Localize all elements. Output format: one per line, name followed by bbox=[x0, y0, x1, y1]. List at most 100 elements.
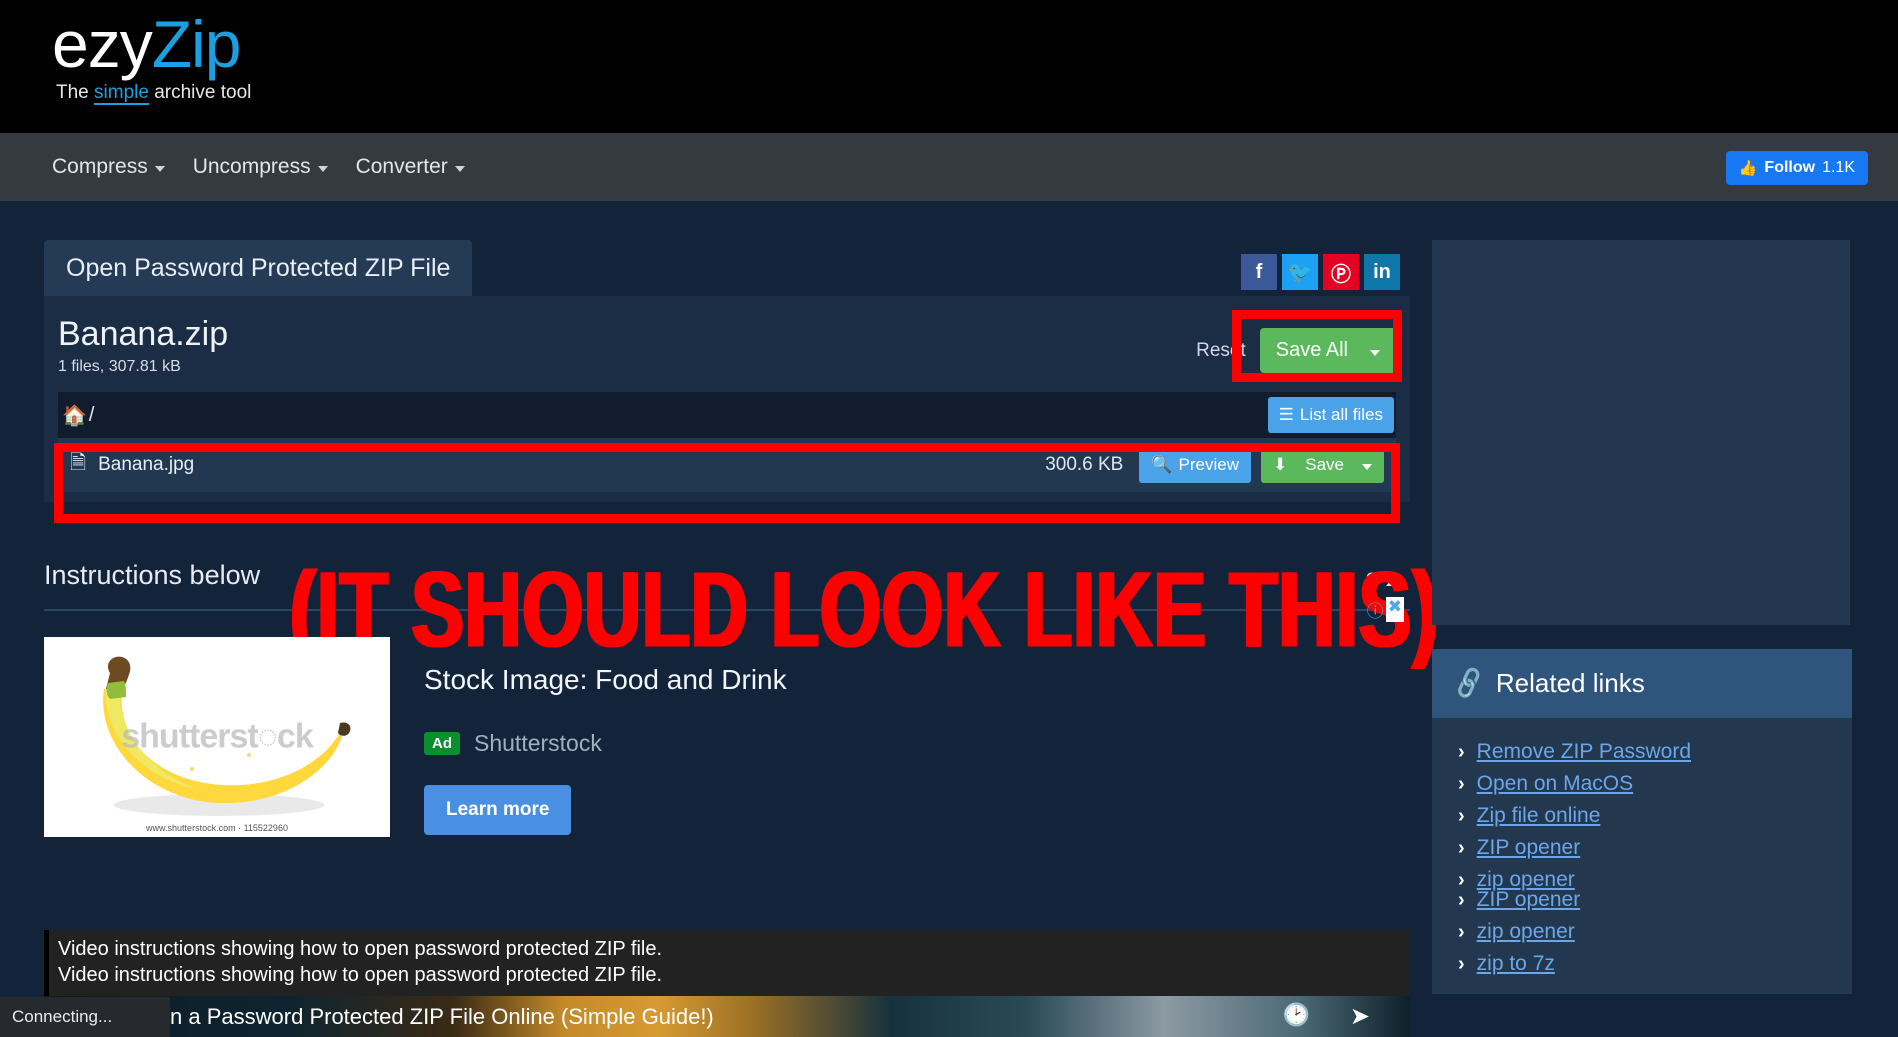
twitter-share-icon[interactable]: 🐦 bbox=[1282, 254, 1318, 290]
list-item[interactable]: › zip to 7z bbox=[1458, 952, 1826, 976]
list-all-files-button[interactable]: ☰ List all files bbox=[1267, 397, 1394, 433]
video-caption-line2: Video instructions showing how to open p… bbox=[58, 964, 663, 986]
tab-open-password-protected-zip[interactable]: Open Password Protected ZIP File bbox=[44, 240, 473, 296]
preview-label: Preview bbox=[1178, 455, 1239, 474]
logo-text-ezy: ezy bbox=[52, 7, 153, 81]
instructions-section: Instructions below ? bbox=[44, 560, 1410, 611]
chevron-right-icon: › bbox=[1458, 888, 1465, 911]
linkedin-share-icon[interactable]: in bbox=[1364, 254, 1400, 290]
document-icon: 🗎 bbox=[70, 452, 87, 474]
logo-tagline: The simple archive tool bbox=[56, 82, 252, 105]
chevron-down-icon bbox=[154, 166, 165, 172]
list-item[interactable]: › zip opener bbox=[1458, 920, 1826, 944]
social-share-group: f 🐦 Ⓟ in bbox=[1241, 254, 1400, 290]
file-row-actions: 300.6 KB 🔍 Preview ⬇ Save bbox=[1045, 438, 1384, 492]
watch-later-icon[interactable]: 🕑 bbox=[1283, 1002, 1310, 1028]
video-title[interactable]: to Open a Password Protected ZIP File On… bbox=[104, 1004, 714, 1030]
chevron-right-icon: › bbox=[1458, 804, 1465, 827]
list-icon: ☰ bbox=[1278, 405, 1294, 424]
pinterest-share-icon[interactable]: Ⓟ bbox=[1323, 254, 1359, 290]
breadcrumb-separator: / bbox=[88, 403, 95, 426]
advertisement-block: ⓘ ✖ shutterst◌ck www.shutterstock.com · … bbox=[44, 597, 1410, 897]
nav-item-compress[interactable]: Compress bbox=[52, 155, 165, 179]
list-all-files-label: List all files bbox=[1299, 405, 1383, 424]
watermark-text: shutterst◌ck bbox=[121, 717, 313, 756]
status-bar: Connecting... bbox=[0, 997, 170, 1037]
file-size-label: 300.6 KB bbox=[1045, 454, 1124, 475]
related-link-label[interactable]: Open on MacOS bbox=[1477, 772, 1633, 796]
logo-wordmark: ezyZip bbox=[52, 10, 251, 78]
tagline-simple: simple bbox=[94, 82, 149, 105]
chevron-right-icon: › bbox=[1458, 836, 1465, 859]
save-label: Save bbox=[1305, 455, 1344, 474]
site-logo[interactable]: ezyZip The simple archive tool bbox=[52, 10, 252, 105]
list-item[interactable]: › ZIP opener bbox=[1458, 888, 1826, 912]
file-name-cell: 🗎 Banana.jpg bbox=[70, 448, 194, 482]
related-links-header: 🔗 Related links bbox=[1432, 649, 1852, 718]
related-link-label[interactable]: zip to 7z bbox=[1477, 952, 1555, 976]
nav-label-compress: Compress bbox=[52, 155, 148, 178]
link-icon: 🔗 bbox=[1450, 665, 1488, 702]
chevron-down-icon bbox=[454, 166, 465, 172]
chevron-down-icon bbox=[1362, 464, 1372, 470]
archive-card: f 🐦 Ⓟ in Banana.zip 1 files, 307.81 kB R… bbox=[44, 254, 1410, 502]
breadcrumb-path[interactable]: 🏠 / bbox=[62, 403, 94, 428]
list-item[interactable]: › Open on MacOS bbox=[1458, 772, 1826, 796]
ad-info-icon[interactable]: ⓘ bbox=[1367, 597, 1384, 622]
related-link-label[interactable]: ZIP opener bbox=[1477, 888, 1581, 912]
related-link-label[interactable]: Remove ZIP Password bbox=[1477, 740, 1691, 764]
logo-bar: ezyZip The simple archive tool bbox=[0, 0, 1898, 133]
share-arrow-icon[interactable]: ➤ bbox=[1350, 1002, 1370, 1031]
nav-item-converter[interactable]: Converter bbox=[356, 155, 465, 179]
ad-image[interactable]: shutterst◌ck www.shutterstock.com · 1155… bbox=[44, 637, 390, 837]
ad-title[interactable]: Stock Image: Food and Drink bbox=[424, 664, 787, 696]
ad-badge: Ad bbox=[424, 732, 460, 755]
related-links-list: › Remove ZIP Password › Open on MacOS › … bbox=[1432, 718, 1852, 994]
ad-close-icon[interactable]: ✖ bbox=[1385, 597, 1404, 622]
facebook-share-icon[interactable]: f bbox=[1241, 254, 1277, 290]
learn-more-button[interactable]: Learn more bbox=[424, 785, 572, 835]
follow-label: Follow bbox=[1764, 159, 1816, 176]
chevron-down-icon bbox=[317, 166, 328, 172]
chevron-right-icon: › bbox=[1458, 772, 1465, 795]
main-navbar: Compress Uncompress Converter 👍 Follow 1… bbox=[0, 133, 1898, 201]
table-row[interactable]: 🗎 Banana.jpg 300.6 KB 🔍 Preview ⬇ Save bbox=[58, 438, 1396, 492]
related-link-label[interactable]: ZIP opener bbox=[1477, 836, 1581, 860]
save-all-button[interactable]: Save All bbox=[1259, 328, 1396, 373]
follow-button[interactable]: 👍 Follow 1.1K bbox=[1725, 151, 1868, 185]
related-link-label[interactable]: zip opener bbox=[1477, 920, 1575, 944]
browser-page: ezyZip The simple archive tool Compress … bbox=[0, 0, 1898, 1037]
archive-header: f 🐦 Ⓟ in Banana.zip 1 files, 307.81 kB R… bbox=[44, 254, 1410, 386]
tagline-post: archive tool bbox=[148, 82, 252, 103]
related-links-title: Related links bbox=[1495, 668, 1645, 698]
nav-item-uncompress[interactable]: Uncompress bbox=[193, 155, 328, 179]
help-toggle[interactable]: ? bbox=[1366, 568, 1402, 594]
related-link-label[interactable]: Zip file online bbox=[1477, 804, 1601, 828]
save-file-icon: ⬇ bbox=[1273, 455, 1288, 474]
list-item[interactable]: › ZIP opener bbox=[1458, 836, 1826, 860]
chevron-right-icon: › bbox=[1458, 740, 1465, 763]
nav-label-converter: Converter bbox=[355, 155, 448, 178]
tagline-pre: The bbox=[56, 82, 95, 103]
video-instructions-block: Video instructions showing how to open p… bbox=[44, 930, 1410, 1037]
save-all-label: Save All bbox=[1275, 339, 1348, 361]
video-player[interactable]: to Open a Password Protected ZIP File On… bbox=[44, 996, 1410, 1037]
preview-button[interactable]: 🔍 Preview bbox=[1139, 447, 1251, 483]
divider bbox=[44, 609, 1410, 611]
follow-count: 1.1K bbox=[1822, 159, 1855, 176]
nav-label-uncompress: Uncompress bbox=[192, 155, 311, 178]
ad-controls: ⓘ ✖ bbox=[1367, 597, 1404, 622]
instructions-title: Instructions below bbox=[44, 560, 261, 590]
right-sidebar: 🔗 Related links › Remove ZIP Password › … bbox=[1432, 240, 1852, 994]
main-panel: Open Password Protected ZIP File f 🐦 Ⓟ i… bbox=[44, 240, 1410, 502]
tab-strip: Open Password Protected ZIP File bbox=[44, 240, 1410, 296]
list-item[interactable]: › Zip file online bbox=[1458, 804, 1826, 828]
list-item[interactable]: › Remove ZIP Password bbox=[1458, 740, 1826, 764]
save-button[interactable]: ⬇ Save bbox=[1261, 447, 1384, 483]
search-icon: 🔍 bbox=[1151, 455, 1173, 474]
file-name-label: Banana.jpg bbox=[98, 454, 195, 475]
home-icon: 🏠 bbox=[62, 404, 87, 427]
reset-button[interactable]: Reset bbox=[1196, 340, 1246, 362]
breadcrumb: 🏠 / ☰ List all files bbox=[58, 392, 1396, 438]
sidebar-ad-placeholder[interactable] bbox=[1432, 240, 1850, 625]
